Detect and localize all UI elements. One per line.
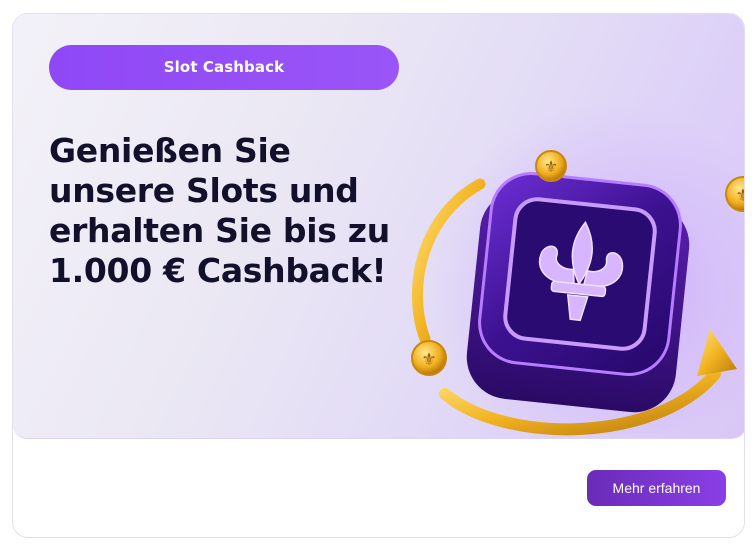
promo-headline: Genießen Sie unsere Slots und erhalten S… [49,131,390,290]
gold-arc-left [412,178,486,345]
svg-text:⚜: ⚜ [421,350,436,370]
promo-banner: Slot Cashback Genießen Sie unsere Slots … [13,14,745,439]
svg-text:⚜: ⚜ [735,186,745,206]
promo-card: Slot Cashback Genießen Sie unsere Slots … [12,13,745,538]
svg-text:⚜: ⚜ [544,157,558,176]
learn-more-button[interactable]: Mehr erfahren [587,470,726,506]
category-badge: Slot Cashback [49,45,399,90]
fleur-de-lis-slot-tile-icon: ⚜ ⚜ ⚜ [411,150,745,436]
gold-arrow-head [697,329,737,376]
